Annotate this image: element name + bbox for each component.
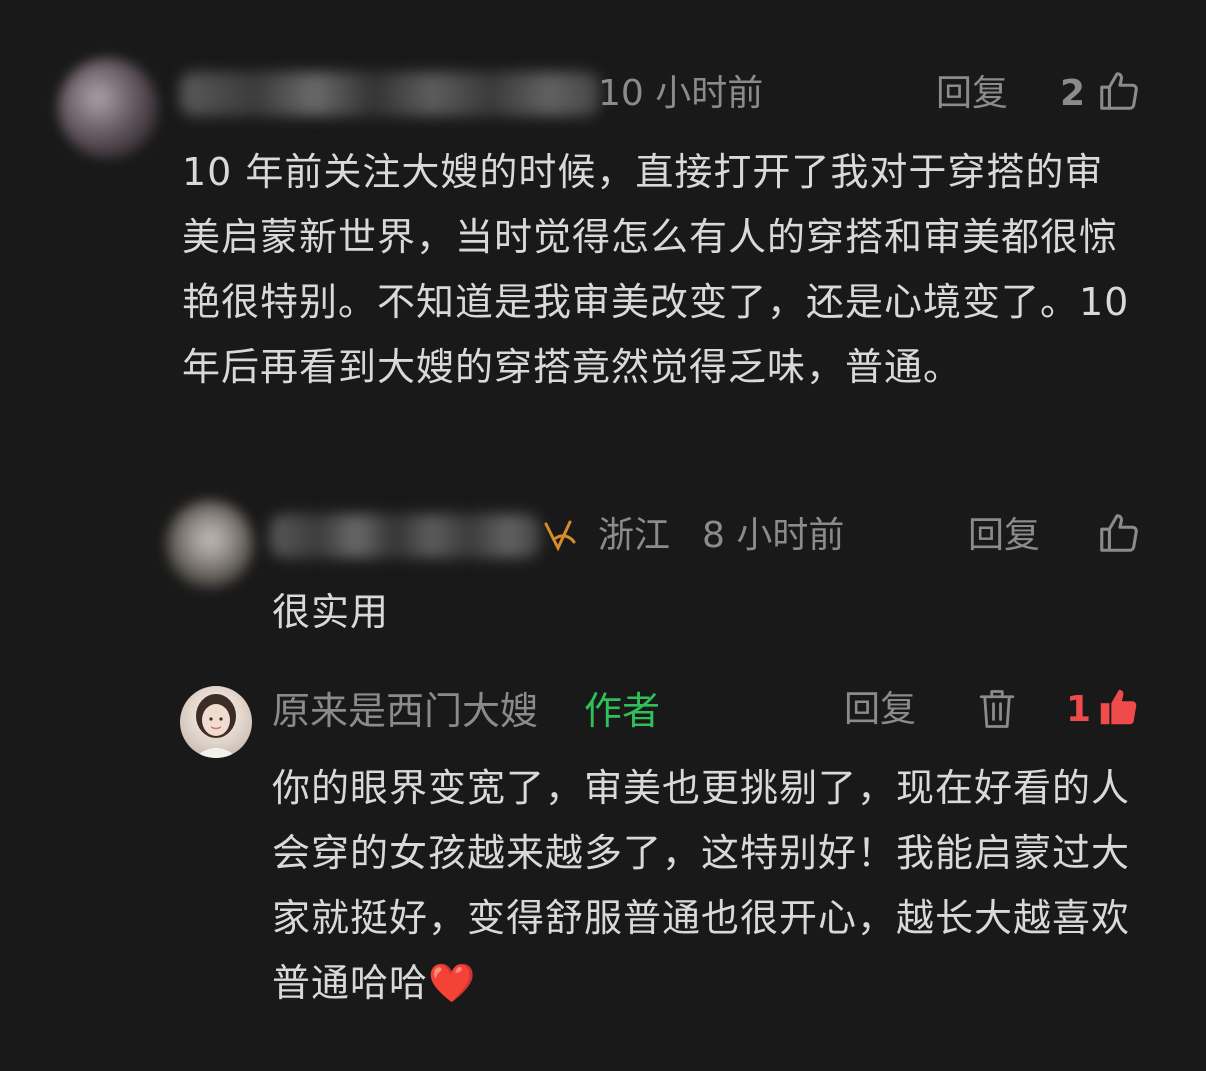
commenter-avatar[interactable] [166,500,254,588]
thumbs-up-icon[interactable] [1096,68,1142,114]
commenter-name[interactable] [270,514,540,558]
reply-button[interactable]: 回复 [844,688,916,732]
author-name[interactable]: 原来是西门大嫂 [272,688,538,734]
vip-badge-icon [540,516,580,556]
comment-text: 很实用 [272,590,390,634]
comment-time: 10 小时前 [598,73,764,114]
reply-button[interactable]: 回复 [968,514,1040,558]
commenter-avatar[interactable] [58,58,158,158]
like-count[interactable]: 1 [1066,688,1091,732]
author-tag: 作者 [584,689,661,733]
comment-time: 8 小时前 [702,515,845,556]
commenter-name[interactable] [180,72,600,116]
comment-location: 浙江 [598,515,671,556]
comment-text: 10 年前关注大嫂的时候，直接打开了我对于穿搭的审美启蒙新世界，当时觉得怎么有人… [182,150,1143,389]
reply-button[interactable]: 回复 [936,72,1008,116]
trash-icon[interactable] [976,686,1018,732]
comment-text: 你的眼界变宽了，审美也更挑剔了，现在好看的人会穿的女孩越来越多了，这特别好！我能… [272,766,1131,1005]
thumbs-up-icon[interactable] [1096,510,1142,556]
author-avatar[interactable] [180,686,252,758]
like-count[interactable]: 2 [1060,72,1085,116]
thumbs-up-filled-icon[interactable] [1096,684,1142,730]
